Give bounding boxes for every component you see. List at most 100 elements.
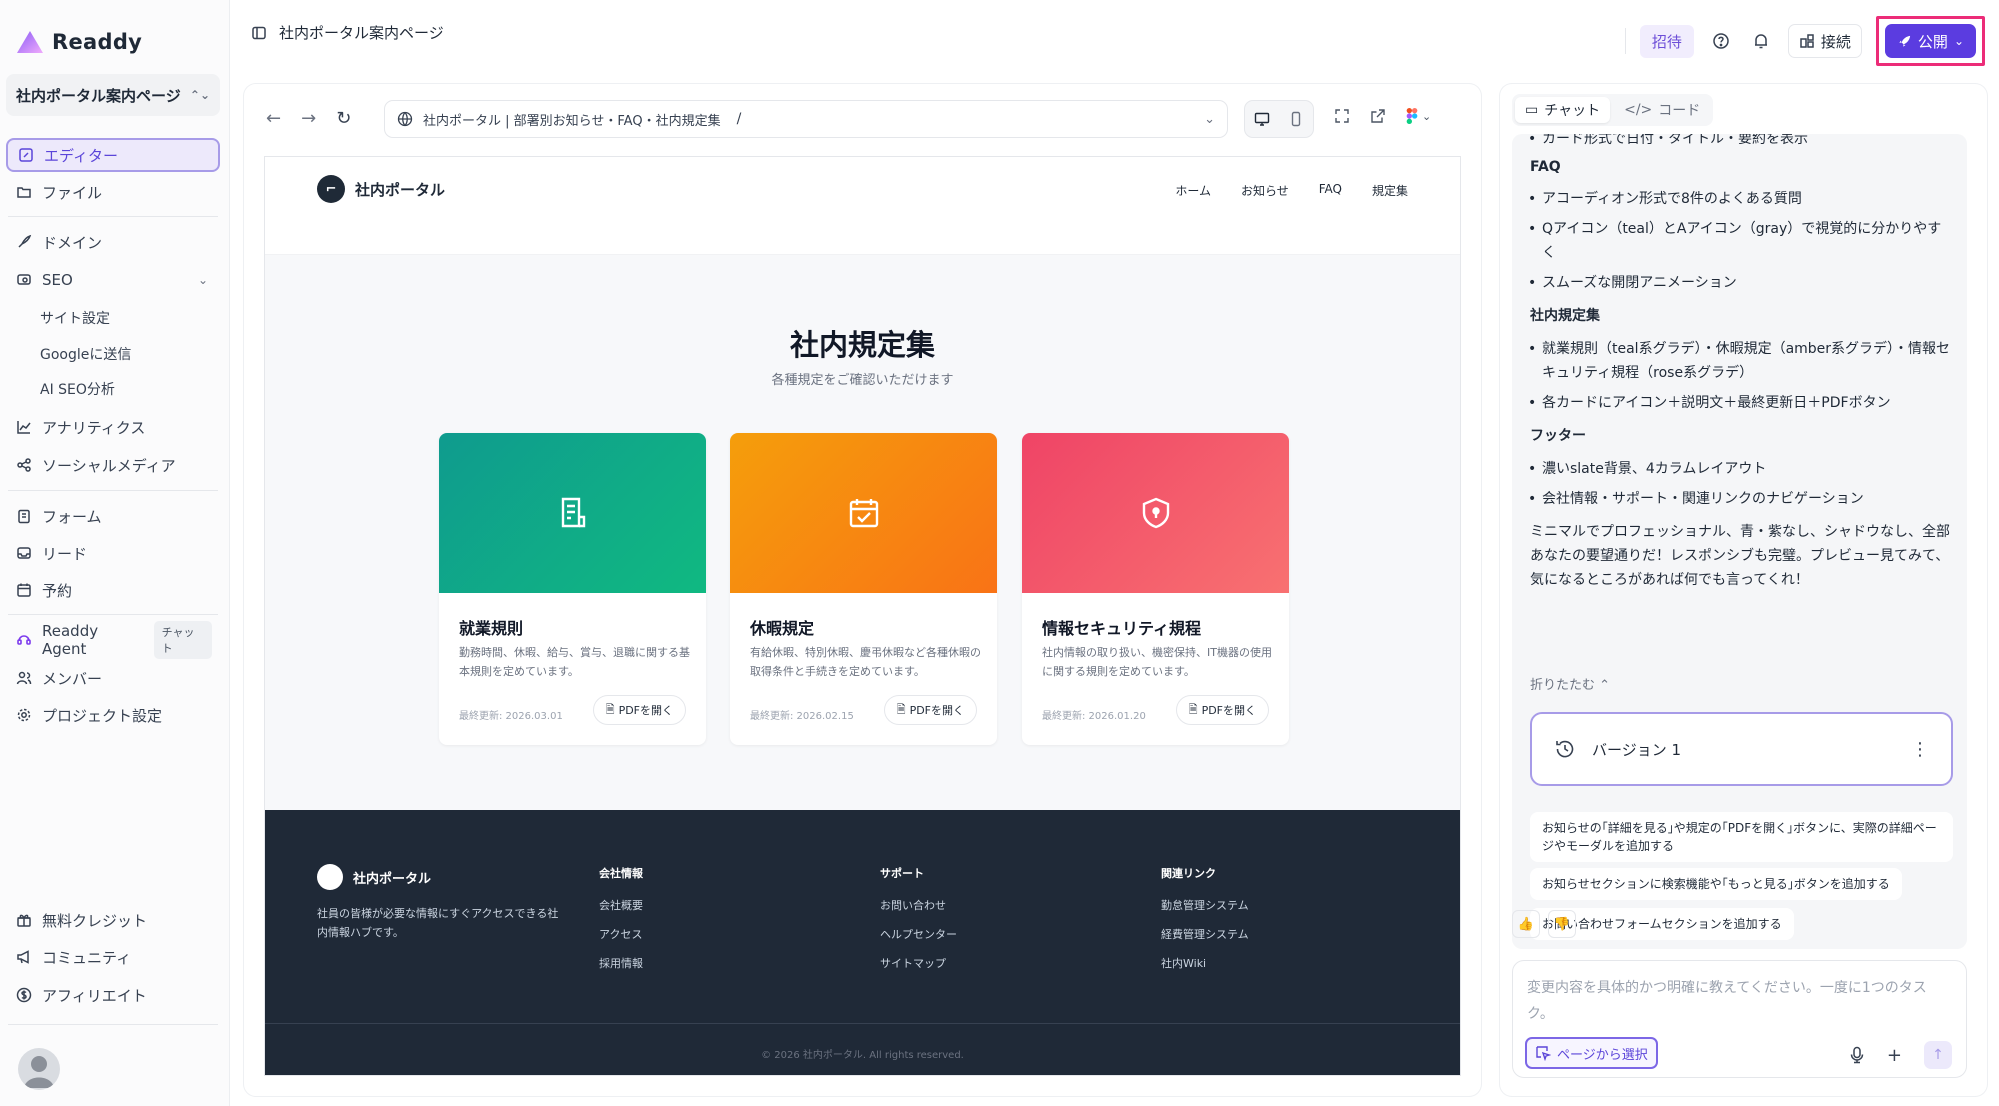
site-nav-regulations[interactable]: 規定集	[1372, 182, 1408, 199]
footer-link[interactable]: 採用情報	[599, 955, 643, 971]
back-arrow-icon[interactable]: ←	[266, 108, 281, 129]
reload-icon[interactable]: ↻	[336, 108, 351, 129]
sidebar-subitem-google-submit[interactable]: Googleに送信	[40, 344, 131, 364]
site-nav-news[interactable]: お知らせ	[1241, 182, 1289, 199]
regulations-section: 社内規定集 各種規定をご確認いただけます 就業規則 勤務時間、休暇、給与、賞与、…	[265, 255, 1460, 810]
suggestion-chip[interactable]: お知らせセクションに検索機能や｢もっと見る｣ボタンを追加する	[1530, 868, 1902, 900]
plus-icon[interactable]: +	[1887, 1045, 1902, 1066]
readdy-logo-icon	[17, 31, 43, 53]
composer-placeholder[interactable]: 変更内容を具体的かつ明確に教えてください。一度に1つのタスク。	[1527, 975, 1947, 1027]
chevron-up-icon: ⌃	[1599, 678, 1611, 693]
tab-label: チャット	[1544, 103, 1601, 119]
chevron-down-icon: ⌄	[197, 273, 208, 287]
collapse-toggle[interactable]: 折りたたむ ⌃	[1530, 674, 1610, 693]
more-vertical-icon[interactable]: ⋮	[1911, 739, 1929, 760]
site-header: ⌐ 社内ポータル ホーム お知らせ FAQ 規定集	[265, 157, 1460, 255]
share-icon	[17, 458, 31, 472]
user-avatar-icon	[24, 1056, 54, 1088]
site-nav-faq[interactable]: FAQ	[1319, 182, 1342, 199]
site-logo[interactable]: ⌐ 社内ポータル	[317, 175, 445, 203]
button-label: PDFを開く	[618, 704, 673, 717]
invite-button[interactable]: 招待	[1639, 24, 1694, 58]
connect-button[interactable]: 接続	[1787, 24, 1862, 58]
suggestion-chip[interactable]: お知らせの｢詳細を見る｣や規定の｢PDFを開く｣ボタンに、実際の詳細ページやモー…	[1530, 812, 1953, 862]
footer-link[interactable]: ヘルプセンター	[880, 926, 957, 942]
sidebar-item-social[interactable]: ソーシャルメディア	[6, 448, 220, 482]
app-logo[interactable]: Readdy	[16, 30, 142, 54]
footer-link[interactable]: 勤怠管理システム	[1161, 897, 1249, 913]
footer-link[interactable]: お問い合わせ	[880, 897, 957, 913]
top-actions: 招待 接続 公開 ⌄	[1624, 16, 1985, 66]
code-icon: </>	[1624, 102, 1653, 118]
sidebar-item-project-settings[interactable]: プロジェクト設定	[6, 698, 220, 732]
sidebar-item-seo[interactable]: SEO ⌄	[6, 263, 220, 297]
sidebar-item-files[interactable]: ファイル	[6, 175, 220, 209]
select-from-page-button[interactable]: ページから選択	[1525, 1037, 1658, 1069]
sidebar-toggle-icon[interactable]	[251, 25, 267, 41]
message-bullet: カード形式で日付・タイトル・要約を表示	[1528, 134, 1952, 151]
thumbs-up-icon[interactable]: 👍	[1512, 910, 1540, 938]
url-bar[interactable]: 社内ポータル | 部署別お知らせ・FAQ・社内規定集 / ⌄	[384, 100, 1228, 138]
top-bar: 社内ポータル案内ページ 招待 接続 公開 ⌄	[231, 0, 1999, 68]
bell-icon[interactable]	[1748, 28, 1774, 54]
help-icon[interactable]	[1708, 28, 1734, 54]
microphone-icon[interactable]	[1849, 1046, 1865, 1064]
card-title: 休暇規定	[750, 619, 815, 638]
external-link-icon[interactable]	[1370, 108, 1386, 124]
chat-composer[interactable]: 変更内容を具体的かつ明確に教えてください。一度に1つのタスク。 ページから選択 …	[1512, 960, 1967, 1078]
sidebar-item-forms[interactable]: フォーム	[6, 499, 220, 533]
tab-label: コード	[1658, 103, 1701, 119]
tab-code[interactable]: </> コード	[1614, 97, 1710, 123]
sidebar-item-readdy-agent[interactable]: Readdy Agent チャット	[6, 621, 220, 659]
project-name: 社内ポータル案内ページ	[16, 86, 181, 105]
assistant-message: カード形式で日付・タイトル・要約を表示 FAQ アコーディオン形式で8件のよくあ…	[1512, 134, 1967, 949]
shield-lock-icon	[1142, 497, 1169, 529]
desktop-icon[interactable]	[1254, 111, 1270, 127]
sidebar-item-analytics[interactable]: アナリティクス	[6, 410, 220, 444]
tab-chat[interactable]: ▭ チャット	[1515, 97, 1611, 123]
open-pdf-button[interactable]: 🗎 PDFを開く	[1175, 695, 1269, 725]
mobile-icon[interactable]	[1288, 111, 1304, 127]
rocket-icon	[1898, 35, 1911, 47]
url-title: 社内ポータル | 部署別お知らせ・FAQ・社内規定集	[423, 113, 721, 129]
chevron-down-icon[interactable]: ⌄	[1204, 112, 1215, 127]
project-selector[interactable]: 社内ポータル案内ページ ⌃⌄	[6, 74, 220, 116]
footer-link[interactable]: 社内Wiki	[1161, 955, 1249, 971]
forward-arrow-icon[interactable]: →	[301, 108, 316, 129]
sidebar-item-editor[interactable]: エディター	[6, 138, 220, 172]
card-title: 就業規則	[459, 619, 524, 638]
sidebar-item-free-credits[interactable]: 無料クレジット	[6, 903, 220, 937]
sidebar-subitem-ai-seo[interactable]: AI SEO分析	[40, 379, 115, 399]
sidebar-item-affiliate[interactable]: アフィリエイト	[6, 978, 220, 1012]
figma-icon[interactable]: ⌄	[1406, 108, 1431, 124]
sidebar-item-booking[interactable]: 予約	[6, 573, 220, 607]
thumbs-down-icon[interactable]: 👎	[1548, 910, 1576, 938]
send-button[interactable]: ↑	[1924, 1041, 1952, 1069]
message-heading: フッター	[1530, 428, 1586, 444]
version-card[interactable]: バージョン 1 ⋮	[1530, 712, 1953, 786]
footer-link[interactable]: サイトマップ	[880, 955, 957, 971]
preview-actions: ⌄	[1334, 108, 1431, 124]
message-bullet: Qアイコン（teal）とAアイコン（gray）で視覚的に分かりやすく	[1528, 217, 1952, 265]
open-pdf-button[interactable]: 🗎 PDFを開く	[883, 695, 977, 725]
sidebar-item-domain[interactable]: ドメイン	[6, 225, 220, 259]
open-pdf-button[interactable]: 🗎 PDFを開く	[592, 695, 686, 725]
card-description: 有給休暇、特別休暇、慶弔休暇など各種休暇の取得条件と手続きを定めています。	[750, 646, 981, 678]
fullscreen-icon[interactable]	[1334, 108, 1350, 124]
chat-tabs: ▭ チャット </> コード	[1512, 94, 1714, 126]
pdf-icon: 🗎	[896, 702, 906, 716]
site-nav-home[interactable]: ホーム	[1175, 182, 1211, 199]
footer-link[interactable]: アクセス	[599, 926, 643, 942]
sidebar-item-leads[interactable]: リード	[6, 536, 220, 570]
sidebar-item-label: プロジェクト設定	[42, 706, 163, 725]
sidebar-subitem-site-settings[interactable]: サイト設定	[40, 308, 110, 328]
publish-button[interactable]: 公開 ⌄	[1884, 24, 1976, 58]
user-avatar[interactable]	[18, 1048, 60, 1090]
sidebar-item-community[interactable]: コミュニティ	[6, 940, 220, 974]
footer-link[interactable]: 経費管理システム	[1161, 926, 1249, 942]
sidebar-item-label: アフィリエイト	[42, 986, 147, 1005]
sidebar-item-members[interactable]: メンバー	[6, 661, 220, 695]
browser-nav: ← → ↻	[266, 108, 351, 129]
footer-link[interactable]: 会社概要	[599, 897, 643, 913]
divider	[8, 490, 218, 491]
